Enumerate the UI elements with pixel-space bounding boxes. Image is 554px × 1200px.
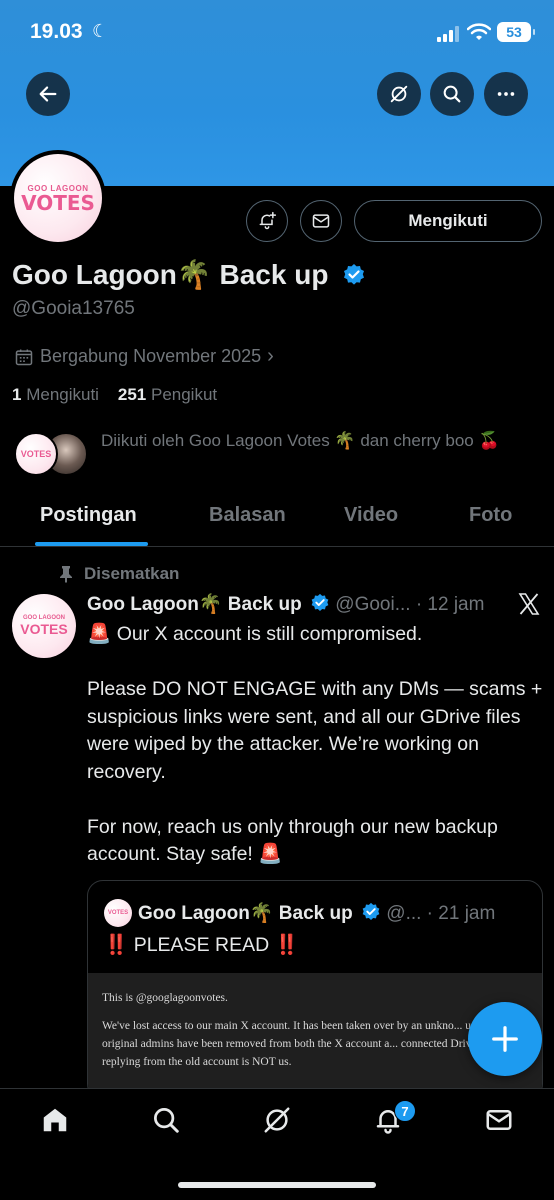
moon-icon: ☾ — [92, 21, 109, 41]
avatar-image: GOO LAGOON VOTES — [14, 154, 102, 242]
tab-video[interactable]: Video — [344, 504, 398, 527]
search-icon — [443, 85, 461, 103]
ellipsis-icon — [497, 92, 515, 96]
nav-home[interactable] — [40, 1105, 74, 1139]
profile-name-text: Goo Lagoon🌴 Back up — [12, 259, 329, 290]
avatar-text-main: VOTES — [21, 190, 95, 215]
cellular-signal-icon — [437, 26, 459, 42]
grok-icon — [390, 85, 408, 103]
status-time: 19.03 — [30, 20, 83, 43]
following-count-link[interactable]: 1 Mengikuti — [12, 385, 99, 404]
grok-button[interactable] — [377, 72, 421, 116]
back-button[interactable] — [26, 72, 70, 116]
home-icon — [43, 1108, 67, 1132]
arrow-left-icon — [39, 86, 57, 102]
quoted-author-name: Goo Lagoon🌴 Back up — [138, 903, 353, 924]
grok-icon — [264, 1107, 290, 1133]
followers-count-link[interactable]: 251 Pengikut — [118, 385, 217, 404]
search-button[interactable] — [430, 72, 474, 116]
active-tab-indicator — [35, 542, 148, 546]
nav-grok[interactable] — [262, 1105, 296, 1139]
status-bar: 19.03 ☾ 53 — [0, 0, 554, 64]
follower-avatar-goo-lagoon-votes[interactable]: VOTES — [14, 432, 58, 476]
calendar-icon — [15, 349, 33, 365]
plus-icon — [492, 1026, 518, 1052]
profile-name: Goo Lagoon🌴 Back up — [12, 258, 366, 291]
post-avatar-text-main: VOTES — [20, 621, 68, 637]
post-handle-time: @Gooi... · 12 jam — [335, 594, 485, 615]
search-icon — [154, 1108, 179, 1133]
quoted-post[interactable]: VOTES Goo Lagoon🌴 Back up @... · 21 jam … — [87, 880, 543, 1100]
post-header: Goo Lagoon🌴 Back up @Gooi... · 12 jam — [87, 592, 507, 616]
pinned-label: Disematkan — [58, 564, 179, 584]
profile-handle: @Gooia13765 — [12, 298, 135, 319]
envelope-icon — [312, 214, 330, 228]
home-indicator — [178, 1182, 376, 1188]
envelope-icon — [486, 1110, 512, 1130]
quoted-image-line2: We've lost access to our main X account.… — [102, 1020, 521, 1068]
profile-tabs: Postingan Balasan Video Foto — [0, 490, 554, 547]
joined-text: Bergabung November 2025 — [40, 346, 262, 366]
tab-posts[interactable]: Postingan — [40, 504, 137, 527]
post-author-avatar[interactable]: GOO LAGOON VOTES — [12, 594, 76, 658]
battery-indicator: 53 — [497, 22, 535, 42]
quoted-handle-time: @... · 21 jam — [386, 903, 496, 924]
quoted-author-avatar: VOTES — [104, 899, 132, 927]
verified-badge-icon — [311, 593, 329, 611]
tab-photos[interactable]: Foto — [469, 504, 512, 527]
notifications-badge: 7 — [394, 1100, 416, 1122]
quoted-image-line1: This is @googlagoonvotes. — [102, 992, 228, 1004]
following-button[interactable]: Mengikuti — [354, 200, 542, 242]
message-button[interactable] — [300, 200, 342, 242]
compose-post-button[interactable] — [468, 1002, 542, 1076]
notify-button[interactable] — [246, 200, 288, 242]
post-text: 🚨 Our X account is still compromised. Pl… — [87, 623, 543, 865]
quoted-post-header: Goo Lagoon🌴 Back up @... · 21 jam — [138, 901, 538, 925]
chevron-right-icon: › — [267, 345, 274, 367]
quoted-text: ‼️ PLEASE READ ‼️ — [104, 934, 299, 956]
verified-badge-icon — [362, 902, 380, 920]
profile-avatar[interactable]: GOO LAGOON VOTES — [10, 150, 106, 246]
verified-badge-icon[interactable] — [342, 263, 366, 287]
wifi-icon — [467, 23, 491, 40]
post-author-name[interactable]: Goo Lagoon🌴 Back up — [87, 594, 302, 615]
joined-date-link[interactable]: Bergabung November 2025 › — [14, 345, 274, 368]
x-logo-icon[interactable] — [517, 592, 541, 616]
nav-messages[interactable] — [484, 1105, 518, 1139]
pinned-text: Disematkan — [84, 564, 180, 583]
followed-by-text[interactable]: Diikuti oleh Goo Lagoon Votes 🌴 dan cher… — [101, 428, 531, 454]
tab-replies[interactable]: Balasan — [209, 504, 286, 527]
more-options-button[interactable] — [484, 72, 528, 116]
follow-counts: 1 Mengikuti 251 Pengikut — [12, 385, 217, 405]
bell-plus-icon — [259, 211, 277, 230]
pin-icon — [60, 566, 72, 583]
nav-search[interactable] — [151, 1105, 185, 1139]
